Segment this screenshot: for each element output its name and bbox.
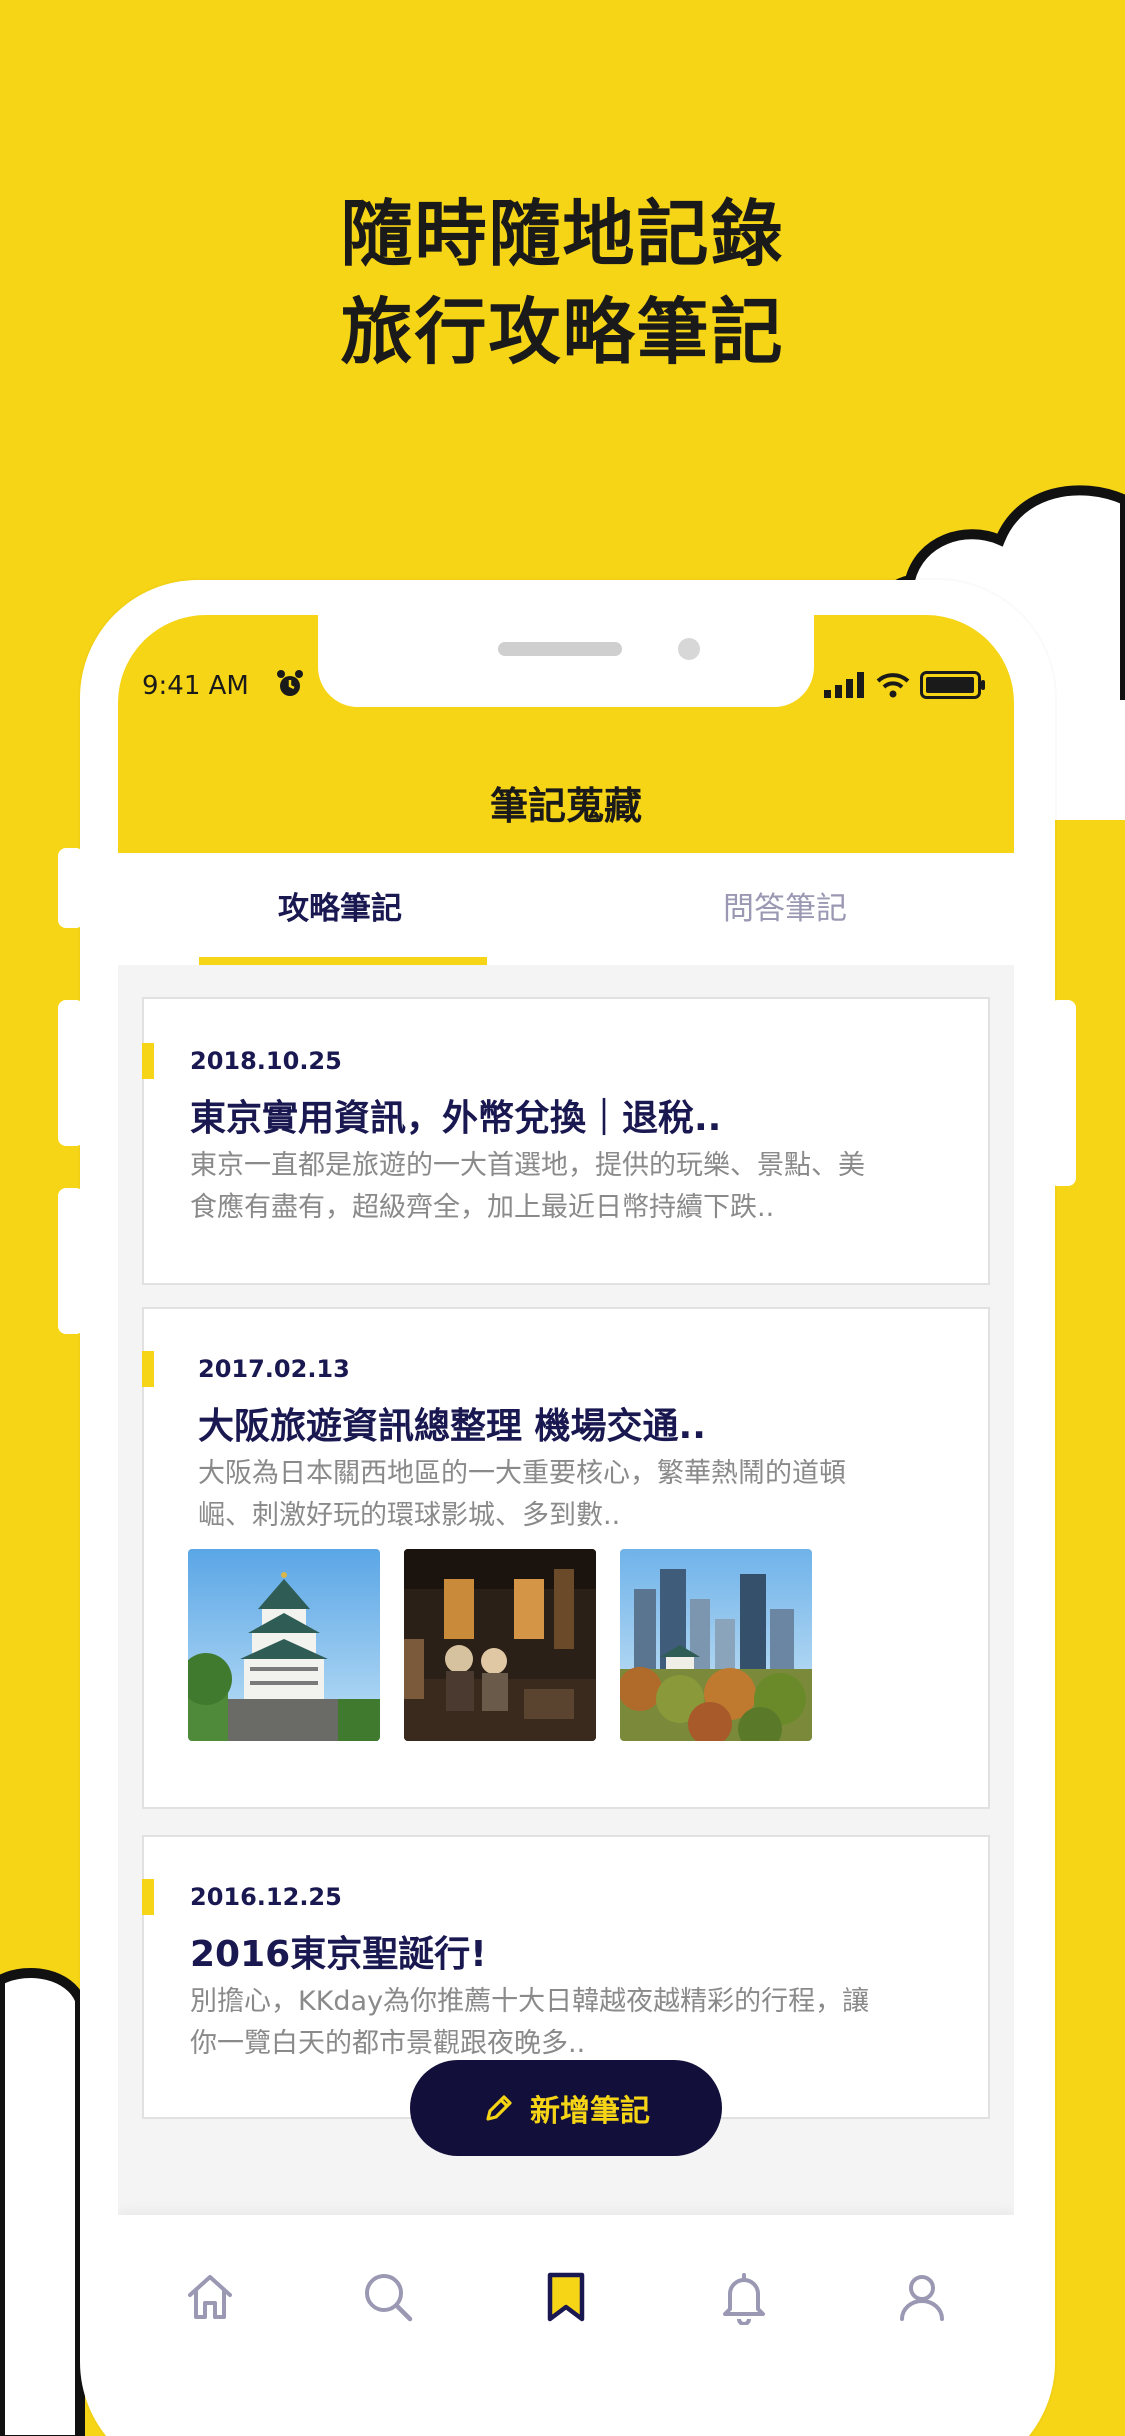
phone-side-button-left-1 (58, 848, 84, 928)
active-tab-indicator (199, 957, 487, 965)
note-description-line: 東京一直都是旅遊的一大首選地，提供的玩樂、景點、美 (190, 1150, 865, 1181)
note-description-line: 大阪為日本關西地區的一大重要核心，繁華熱鬧的道頓 (198, 1458, 846, 1489)
note-title: 大阪旅遊資訊總整理 機場交通.. (198, 1406, 706, 1447)
note-description-line: 別擔心，KKday為你推薦十大日韓越夜越精彩的行程，讓 (190, 1986, 870, 2017)
status-bar: 9:41 AM (118, 615, 1014, 745)
nav-header: 筆記蒐藏 (118, 745, 1014, 853)
tab-bar-top: 攻略筆記 問答筆記 (118, 853, 1014, 965)
promo-headline: 隨時隨地記錄 旅行攻略筆記 (0, 185, 1125, 381)
note-card[interactable]: 2017.02.13 大阪旅遊資訊總整理 機場交通.. 大阪為日本關西地區的一大… (142, 1307, 990, 1809)
add-note-label: 新增筆記 (530, 2094, 650, 2129)
headline-line-2: 旅行攻略筆記 (340, 290, 785, 374)
card-accent (142, 1879, 154, 1915)
profile-icon[interactable] (892, 2267, 952, 2327)
note-description-line: 食應有盡有，超級齊全，加上最近日幣持續下跌.. (190, 1192, 775, 1223)
page-title: 筆記蒐藏 (489, 784, 642, 828)
phone-screen: 9:41 AM 筆記蒐藏 攻略筆記 問答筆記 2018.10.25 東京實用資訊… (118, 615, 1014, 2436)
wifi-icon (876, 673, 910, 698)
note-description-line: 你一覽白天的都市景觀跟夜晚多.. (190, 2028, 586, 2059)
bottom-tab-bar (118, 2215, 1014, 2436)
card-accent (142, 1351, 154, 1387)
note-date: 2018.10.25 (190, 1047, 342, 1075)
note-title: 東京實用資訊，外幣兌換｜退稅.. (190, 1098, 722, 1139)
phone-speaker (498, 642, 622, 656)
note-date: 2016.12.25 (190, 1883, 342, 1911)
pencil-icon (486, 2095, 512, 2121)
search-icon[interactable] (358, 2267, 418, 2327)
bell-icon[interactable] (714, 2267, 774, 2327)
bookmark-icon[interactable] (536, 2267, 596, 2327)
home-icon[interactable] (180, 2267, 240, 2327)
tab-qa-notes[interactable]: 問答筆記 (723, 883, 847, 928)
phone-notch (318, 615, 814, 707)
card-accent (142, 1043, 154, 1079)
cloud-decoration-left (0, 1968, 85, 2436)
note-date: 2017.02.13 (198, 1355, 350, 1383)
phone-side-button-right (1050, 1000, 1076, 1186)
osaka-skyline-photo[interactable] (620, 1549, 812, 1741)
tab-guide-notes[interactable]: 攻略筆記 (278, 883, 402, 928)
note-description-line: 崛、刺激好玩的環球影城、多到數.. (198, 1500, 621, 1531)
note-card[interactable]: 2018.10.25 東京實用資訊，外幣兌換｜退稅.. 東京一直都是旅遊的一大首… (142, 997, 990, 1285)
status-time: 9:41 AM (142, 671, 249, 701)
alarm-icon (277, 670, 303, 696)
phone-side-button-left-3 (58, 1188, 84, 1334)
note-description: 別擔心，KKday為你推薦十大日韓越夜越精彩的行程，讓 你一覽白天的都市景觀跟夜… (190, 1981, 950, 2065)
note-description: 大阪為日本關西地區的一大重要核心，繁華熱鬧的道頓 崛、刺激好玩的環球影城、多到數… (198, 1453, 958, 1537)
street-food-stall-photo[interactable] (404, 1549, 596, 1741)
note-description: 東京一直都是旅遊的一大首選地，提供的玩樂、景點、美 食應有盡有，超級齊全，加上最… (190, 1145, 950, 1229)
osaka-castle-photo[interactable] (188, 1549, 380, 1741)
phone-side-button-left-2 (58, 1000, 84, 1146)
battery-icon (920, 671, 985, 699)
status-icons (824, 671, 986, 699)
phone-camera (678, 638, 700, 660)
note-title: 2016東京聖誕行! (190, 1934, 487, 1975)
signal-icon (824, 672, 864, 698)
headline-line-1: 隨時隨地記錄 (340, 192, 785, 276)
add-note-button[interactable]: 新增筆記 (410, 2060, 722, 2156)
